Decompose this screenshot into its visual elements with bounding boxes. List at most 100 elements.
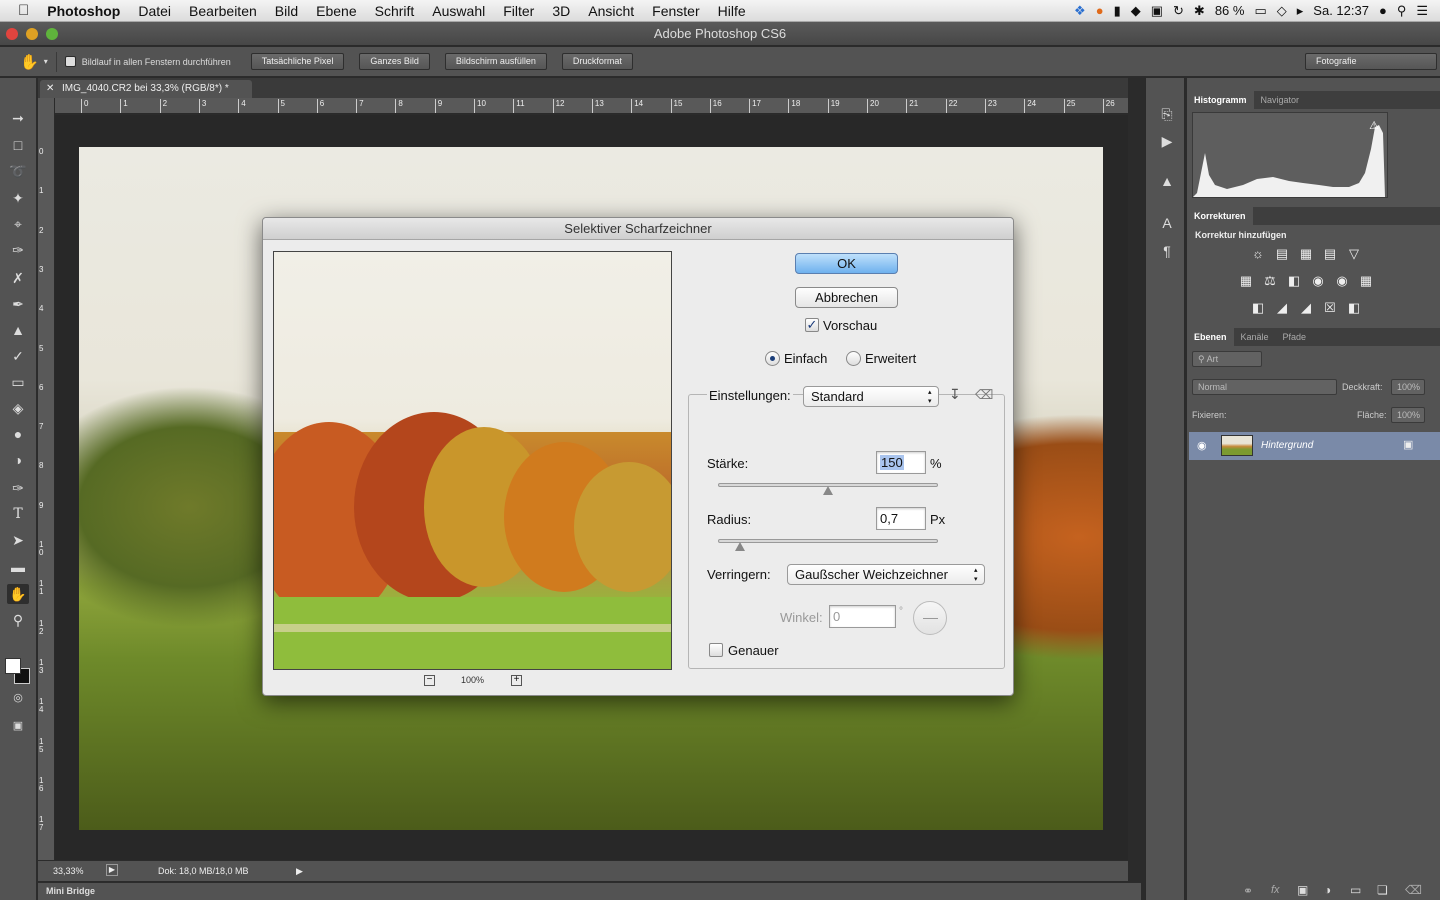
radius-slider-thumb[interactable] <box>735 542 745 551</box>
panel-footer-mask-icon[interactable]: ▣ <box>1297 883 1308 897</box>
battery-percent[interactable]: 86 % <box>1215 3 1245 18</box>
fill-field[interactable]: 100% <box>1391 407 1425 423</box>
eraser-tool-icon[interactable]: ▭ <box>7 372 29 392</box>
channel-mixer-icon[interactable]: ◉ <box>1333 273 1351 289</box>
preview-zoom-in-button[interactable]: + <box>511 675 522 686</box>
apple-menu-icon[interactable]:  <box>0 2 38 19</box>
exposure-icon[interactable]: ▤ <box>1321 246 1339 262</box>
lasso-tool-icon[interactable]: ➰ <box>7 161 29 181</box>
angle-dial[interactable] <box>913 601 947 635</box>
wifi-icon[interactable]: ◇ <box>1277 3 1287 19</box>
zoom-window-button[interactable] <box>46 28 58 40</box>
settings-select[interactable]: Standard <box>803 386 939 407</box>
menu-hilfe[interactable]: Hilfe <box>709 3 755 19</box>
remove-select[interactable]: Gaußscher Weichzeichner <box>787 564 985 585</box>
menu-auswahl[interactable]: Auswahl <box>423 3 494 19</box>
tab-navigator[interactable]: Navigator <box>1254 91 1307 109</box>
histogram-warning-icon[interactable]: ⚠ <box>1369 119 1379 132</box>
panel-footer-new-layer-icon[interactable]: ❏ <box>1377 883 1388 897</box>
amount-slider-thumb[interactable] <box>823 486 833 495</box>
menu-filter[interactable]: Filter <box>494 3 543 19</box>
dropbox-icon[interactable]: ❖ <box>1074 3 1086 19</box>
panel-footer-group-icon[interactable]: ▭ <box>1350 883 1361 897</box>
document-tab[interactable]: ✕ IMG_4040.CR2 bei 33,3% (RGB/8*) * <box>40 80 252 98</box>
volume-icon[interactable]: ▸ <box>1297 3 1304 19</box>
invert-icon[interactable]: ◧ <box>1249 300 1267 316</box>
preview-zoom-out-button[interactable]: − <box>424 675 435 686</box>
delete-preset-icon[interactable]: ⌫ <box>975 387 993 403</box>
tab-paths[interactable]: Pfade <box>1276 328 1314 346</box>
selective-color-icon[interactable]: ☒ <box>1321 300 1339 316</box>
panel-footer-fx-icon[interactable]: fx <box>1271 884 1280 896</box>
blur-tool-icon[interactable]: ● <box>7 424 29 444</box>
curves-icon[interactable]: ▦ <box>1297 246 1315 262</box>
workspace-switcher[interactable]: Fotografie <box>1305 53 1437 70</box>
healing-brush-tool-icon[interactable]: ✗ <box>7 268 29 288</box>
black-white-icon[interactable]: ◧ <box>1285 273 1303 289</box>
actions-panel-icon[interactable]: ▶ <box>1156 133 1178 153</box>
avast-icon[interactable]: ● <box>1096 3 1104 18</box>
radius-input[interactable]: 0,7 <box>876 507 926 530</box>
quick-mask-icon[interactable]: ◎ <box>7 688 29 708</box>
history-brush-tool-icon[interactable]: ✓ <box>7 346 29 366</box>
screen-mode-icon[interactable]: ▣ <box>7 716 29 736</box>
spotlight-icon[interactable]: ⚲ <box>1397 3 1407 19</box>
bluetooth-icon[interactable]: ✱ <box>1194 3 1205 19</box>
menu-schrift[interactable]: Schrift <box>366 3 424 19</box>
hue-saturation-icon[interactable]: ▦ <box>1237 273 1255 289</box>
menu-bild[interactable]: Bild <box>266 3 307 19</box>
menu-ebene[interactable]: Ebene <box>307 3 365 19</box>
marquee-tool-icon[interactable]: □ <box>7 135 29 155</box>
more-accurate-checkbox[interactable] <box>709 643 723 657</box>
scroll-all-windows-checkbox[interactable] <box>64 56 76 67</box>
mini-bridge-bar[interactable]: Mini Bridge <box>38 882 1141 900</box>
clock[interactable]: Sa. 12:37 <box>1313 3 1369 18</box>
layer-filter-kind[interactable]: ⚲ Art <box>1192 351 1262 367</box>
ok-button[interactable]: OK <box>795 253 898 274</box>
hand-tool-icon[interactable]: ✋ <box>20 53 39 71</box>
quick-selection-tool-icon[interactable]: ✦ <box>7 188 29 208</box>
save-preset-icon[interactable]: ↧ <box>949 386 961 403</box>
clone-stamp-tool-icon[interactable]: ▲ <box>7 320 29 340</box>
tab-adjustments[interactable]: Korrekturen <box>1187 207 1253 225</box>
path-selection-tool-icon[interactable]: ➤ <box>7 530 29 550</box>
layer-lock-icon[interactable]: ▣ <box>1403 438 1413 451</box>
mode-advanced-radio[interactable] <box>846 351 861 366</box>
notification-center-icon[interactable]: ☰ <box>1416 3 1428 19</box>
panel-footer-adjustment-icon[interactable]: ◑ <box>1324 883 1331 897</box>
tab-channels[interactable]: Kanäle <box>1234 328 1276 346</box>
paint-bucket-tool-icon[interactable]: ◈ <box>7 398 29 418</box>
threshold-icon[interactable]: ◢ <box>1297 300 1315 316</box>
menu-datei[interactable]: Datei <box>129 3 180 19</box>
shape-tool-icon[interactable]: ▬ <box>7 557 29 577</box>
tool-preset-dropdown-icon[interactable]: ▾ <box>44 57 48 66</box>
panel-footer-delete-icon[interactable]: ⌫ <box>1405 883 1422 897</box>
tab-layers[interactable]: Ebenen <box>1187 328 1234 346</box>
color-lookup-icon[interactable]: ▦ <box>1357 273 1375 289</box>
status-info-icon[interactable]: ▶ <box>106 864 118 876</box>
menu-ansicht[interactable]: Ansicht <box>579 3 643 19</box>
panel-footer-link-icon[interactable]: ⚭ <box>1243 884 1253 898</box>
bookmark-icon[interactable]: ▮ <box>1114 3 1121 19</box>
posterize-icon[interactable]: ◢ <box>1273 300 1291 316</box>
status-menu-arrow-icon[interactable]: ▶ <box>296 861 303 881</box>
lock-icon[interactable]: ▣ <box>1151 3 1163 19</box>
history-panel-icon[interactable]: ⎘ <box>1156 106 1178 126</box>
eyedropper-tool-icon[interactable]: ✑ <box>7 240 29 260</box>
tool-presets-icon[interactable]: ▲ <box>1156 173 1178 193</box>
amount-input[interactable]: 150 <box>876 451 926 474</box>
layer-row-background[interactable]: ◉ Hintergrund ▣ <box>1189 432 1440 460</box>
fit-screen-button[interactable]: Ganzes Bild <box>359 53 430 70</box>
opacity-field[interactable]: 100% <box>1391 379 1425 395</box>
vibrance-icon[interactable]: ▽ <box>1345 246 1363 262</box>
preview-checkbox[interactable]: ✓ <box>805 318 819 332</box>
levels-icon[interactable]: ▤ <box>1273 246 1291 262</box>
foreground-color-swatch[interactable] <box>5 658 21 674</box>
time-machine-icon[interactable]: ↻ <box>1173 3 1184 19</box>
evernote-icon[interactable]: ◆ <box>1131 3 1141 19</box>
gradient-map-icon[interactable]: ◧ <box>1345 300 1363 316</box>
menu-3d[interactable]: 3D <box>543 3 579 19</box>
crop-tool-icon[interactable]: ⌖ <box>7 214 29 234</box>
menu-photoshop[interactable]: Photoshop <box>38 3 129 19</box>
color-balance-icon[interactable]: ⚖ <box>1261 273 1279 289</box>
